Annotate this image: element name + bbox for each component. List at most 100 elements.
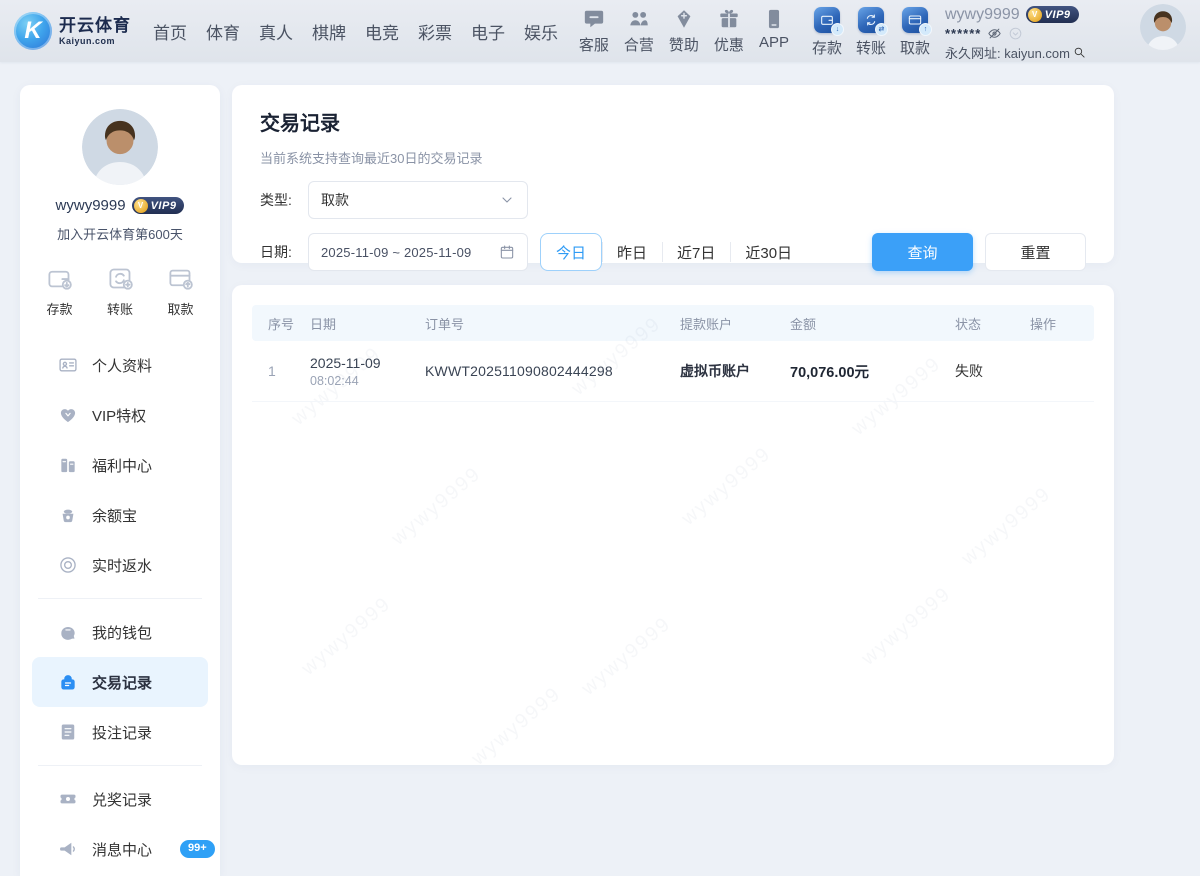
range-last-7-days-button[interactable]: 近7日 [662,233,730,271]
nav-item-entertainment[interactable]: 娱乐 [524,19,558,44]
masked-balance: ****** [945,26,981,41]
topbar-transfer-button[interactable]: ⇄ 转账 [856,1,886,58]
withdraw-icon [167,265,194,292]
transfer-icon [107,265,134,292]
sidebar-item-welfare-center[interactable]: 福利中心 [20,440,220,490]
quick-transfer-button[interactable]: 转账 [107,265,134,318]
logo-title: 开云体育 [59,17,131,34]
service-app-download[interactable]: APP [759,1,789,51]
menu-label: 个人资料 [92,355,152,376]
eye-off-icon[interactable] [987,26,1002,41]
date-filter-row: 日期: 2025-11-09 ~ 2025-11-09 今日 昨日 近7日 近3… [260,233,1086,271]
welfare-gift-icon [58,455,78,475]
wallet-label: 存款 [812,37,842,58]
logo-domain: Kaiyun.com [59,37,131,46]
quick-action-label: 存款 [46,299,72,318]
quick-action-label: 转账 [107,299,133,318]
menu-label: 投注记录 [92,722,152,743]
date-range-value: 2025-11-09 ~ 2025-11-09 [321,245,499,260]
sidebar-item-realtime-rebate[interactable]: 实时返水 [20,540,220,590]
transaction-filter-card: 交易记录 当前系统支持查询最近30日的交易记录 类型: 取款 日期: 2025-… [232,85,1114,263]
range-today-button[interactable]: 今日 [540,233,602,271]
reset-button[interactable]: 重置 [985,233,1086,271]
partners-icon [628,8,650,30]
membership-days: 加入开云体育第600天 [20,224,220,243]
vip-gem-icon: V [1028,8,1042,22]
unread-count-badge: 99+ [180,840,215,857]
table-header-date: 日期 [310,314,425,333]
menu-label: 余额宝 [92,505,137,526]
bet-doc-icon [58,722,78,742]
phone-icon [763,8,785,30]
topbar-deposit-button[interactable]: ↓ 存款 [812,1,842,58]
chat-icon [583,8,605,30]
transfer-card-icon: ⇄ [858,7,884,33]
megaphone-icon [58,839,78,859]
deposit-icon [46,265,73,292]
sidebar-item-vip-privileges[interactable]: VIP特权 [20,390,220,440]
quick-action-label: 取款 [167,299,193,318]
logo-k-icon: K [14,12,52,50]
menu-label: 消息中心 [92,839,152,860]
sidebar-item-reward-records[interactable]: 兑奖记录 [20,774,220,824]
nav-item-esports[interactable]: 电竞 [365,19,399,44]
search-icon[interactable] [1073,46,1086,59]
range-yesterday-button[interactable]: 昨日 [602,233,662,271]
vip-level: VIP9 [1045,9,1071,21]
calendar-icon [499,244,515,260]
search-button[interactable]: 查询 [872,233,973,271]
date-range-input[interactable]: 2025-11-09 ~ 2025-11-09 [308,233,528,271]
sponsor-icon [673,8,695,30]
service-customer-support[interactable]: 客服 [579,1,609,55]
nav-item-home[interactable]: 首页 [153,19,187,44]
nav-item-sports[interactable]: 体育 [206,19,240,44]
chevron-down-icon [499,192,515,208]
refresh-balance-icon[interactable] [1008,26,1023,41]
site-logo[interactable]: K 开云体育 Kaiyun.com [14,12,131,50]
transaction-bag-icon [58,672,78,692]
nav-item-slots[interactable]: 电子 [471,19,505,44]
type-select[interactable]: 取款 [308,181,528,219]
deposit-badge-icon: ↓ [831,23,844,36]
sidebar-item-profile[interactable]: 个人资料 [20,340,220,390]
page-title: 交易记录 [260,107,1086,136]
menu-label: VIP特权 [92,405,146,426]
watermark: wywy9999 [957,483,1056,571]
rewards-ticket-icon [58,789,78,809]
watermark: wywy9999 [467,683,566,765]
quick-deposit-button[interactable]: 存款 [46,265,73,318]
sidebar-item-message-center[interactable]: 消息中心 99+ [20,824,220,874]
service-partnership[interactable]: 合营 [624,1,654,55]
sidebar-item-bet-records[interactable]: 投注记录 [20,707,220,757]
transaction-table-card: wywy9999 wywy9999 wywy9999 wywy9999 wywy… [232,285,1114,765]
sidebar-item-my-wallet[interactable]: 我的钱包 [20,607,220,657]
service-label: 赞助 [669,34,699,55]
sidebar-item-transaction-records[interactable]: 交易记录 [32,657,208,707]
nav-item-lottery[interactable]: 彩票 [418,19,452,44]
sidebar-quick-actions: 存款 转账 取款 [20,265,220,318]
table-header-status: 状态 [955,314,1030,333]
nav-item-live-casino[interactable]: 真人 [259,19,293,44]
range-last-30-days-button[interactable]: 近30日 [730,233,807,271]
nav-item-chess[interactable]: 棋牌 [312,19,346,44]
id-card-icon [58,355,78,375]
sidebar-item-yuebao[interactable]: 余额宝 [20,490,220,540]
service-label: 客服 [579,34,609,55]
service-promotions[interactable]: 优惠 [714,1,744,55]
transfer-badge-icon: ⇄ [875,23,888,36]
gift-icon [718,8,740,30]
profile-avatar[interactable] [82,109,158,185]
wallet-label: 取款 [900,37,930,58]
sidebar: wywy9999 V VIP9 加入开云体育第600天 存款 转账 取款 个人资… [20,85,220,876]
cell-amount: 70,076.00元 [790,361,955,382]
table-row: 1 2025-11-09 08:02:44 KWWT20251109080244… [252,341,1094,402]
menu-label: 兑奖记录 [92,789,152,810]
quick-withdraw-button[interactable]: 取款 [167,265,194,318]
service-sponsor[interactable]: 赞助 [669,1,699,55]
cell-datetime: 2025-11-09 08:02:44 [310,355,425,388]
user-avatar[interactable] [1140,4,1186,50]
profile-vip-level: VIP9 [151,200,177,212]
sidebar-divider [38,765,202,766]
topbar-withdraw-button[interactable]: ↑ 取款 [900,1,930,58]
cell-index: 1 [252,363,310,379]
